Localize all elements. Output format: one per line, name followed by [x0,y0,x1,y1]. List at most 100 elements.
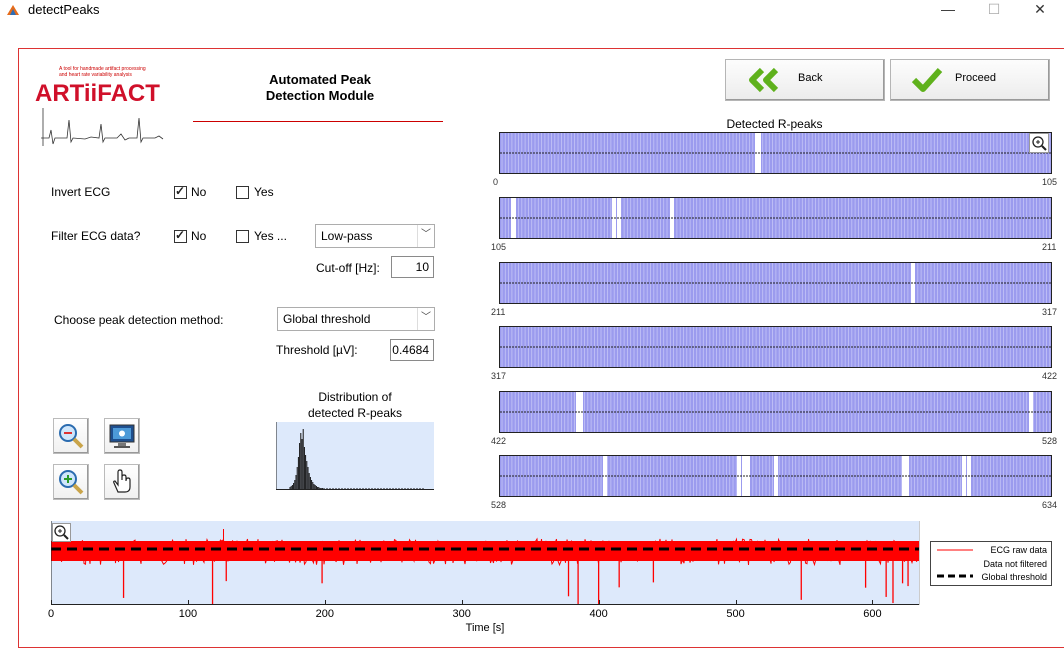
x-tick-label: 600 [863,608,882,620]
hand-icon [113,469,131,493]
strip-plot [500,263,1051,303]
rpeak-strip[interactable] [499,391,1052,433]
rpeak-strip[interactable] [499,132,1052,174]
cutoff-value: 10 [415,260,429,274]
histogram-title: Distribution of detected R-peaks [290,389,420,421]
filter-yes-label: Yes ... [254,229,287,243]
histogram-title-line2: detected R-peaks [307,406,403,420]
zoom-out-icon [59,424,84,449]
window-title: detectPeaks [28,2,100,17]
threshold-input[interactable]: 0.4684 [390,339,434,361]
logo-ecg-trace [41,108,164,146]
strip-start-tick: 211 [491,307,506,317]
module-title-line2: Detection Module [265,88,375,103]
strip-zoom-button[interactable] [1029,133,1049,153]
x-tick-mark [51,600,52,604]
invert-yes-checkbox[interactable] [236,186,249,199]
maximize-button[interactable]: ☐ [971,0,1017,20]
monitor-icon [109,424,135,448]
pan-button[interactable] [104,464,140,500]
x-tick-mark [598,600,600,604]
x-tick-label: 0 [47,608,55,620]
ecg-trace-chart [50,521,919,605]
back-label: Back [798,72,823,84]
threshold-label: Threshold [µV]: [276,343,358,357]
strip-end-tick: 317 [1042,307,1058,317]
module-title-line1: Automated Peak [269,72,371,87]
strip-plot [500,392,1051,432]
rpeak-strip[interactable] [499,197,1052,239]
filter-no-checkbox[interactable] [174,228,187,243]
invert-no-label: No [191,185,207,199]
proceed-label: Proceed [955,72,996,84]
invert-ecg-label: Invert ECG [51,185,111,199]
strip-end-tick: 528 [1042,436,1058,446]
x-tick-label: 100 [178,608,198,620]
strip-plot [500,456,1051,496]
zoom-out-button[interactable] [53,418,89,454]
magnifier-icon [54,525,69,540]
minimize-button[interactable]: — [925,0,971,20]
monitor-button[interactable] [104,418,140,454]
x-tick-label: 400 [589,608,608,620]
strip-start-tick: 528 [491,500,507,510]
x-tick-mark [324,600,326,604]
zoom-in-button[interactable] [53,464,89,500]
title-divider [193,121,443,122]
checkmark-icon [911,67,943,92]
strip-start-tick: 105 [491,242,507,252]
rpeak-histogram [276,422,434,490]
method-label: Choose peak detection method: [54,313,224,327]
legend-entry-ecg: ECG raw data [990,545,1047,555]
filter-type-value: Low-pass [321,229,373,243]
strip-end-tick: 634 [1042,500,1058,510]
chevron-down-icon: ﹀ [417,225,434,247]
rpeak-strip[interactable] [499,262,1052,304]
filter-ecg-label: Filter ECG data? [51,229,141,243]
legend-entry-threshold: Global threshold [981,572,1047,582]
x-tick-mark [187,600,189,604]
strip-plot [500,133,1051,173]
x-tick-mark [872,600,874,604]
method-select[interactable]: Global threshold ﹀ [277,307,435,331]
ecg-plot-area[interactable] [50,521,920,605]
logo-name: ARTiiFACT [35,80,160,107]
strip-start-tick: 0 [493,177,499,187]
cutoff-input[interactable]: 10 [391,256,434,278]
proceed-button[interactable]: Proceed [890,59,1050,101]
matlab-app-icon [7,5,19,15]
back-button[interactable]: Back [725,59,885,101]
rpeak-strip[interactable] [499,455,1052,497]
artiifact-logo: A tool for handmade artifact processing … [35,66,167,148]
title-bar: detectPeaks — ☐ ✕ [0,0,1064,22]
filter-no-label: No [191,229,207,243]
strip-start-tick: 317 [491,371,507,381]
chevron-down-icon: ﹀ [417,308,434,330]
magnifier-icon [1032,136,1047,151]
filter-yes-checkbox[interactable] [236,230,249,243]
x-tick-label: 500 [726,608,745,620]
strip-end-tick: 105 [1042,177,1058,187]
x-tick-label: 200 [315,608,334,620]
strip-plot [500,327,1051,367]
invert-no-checkbox[interactable] [174,184,187,199]
logo-tagline-2: and heart rate variability analysis [59,72,132,78]
x-tick-mark [461,600,463,604]
legend-swatches [937,549,973,578]
strip-start-tick: 422 [491,436,507,446]
filter-type-select[interactable]: Low-pass ﹀ [315,224,435,248]
x-axis-label: Time [s] [465,622,505,634]
close-button[interactable]: ✕ [1017,0,1063,20]
zoom-in-icon [59,470,84,495]
histogram-title-line1: Distribution of [318,390,392,404]
strip-end-tick: 211 [1042,242,1057,252]
module-title: Automated Peak Detection Module [230,72,410,104]
double-chevron-left-icon [749,67,779,93]
chart-legend: ECG raw data Data not filtered Global th… [930,541,1052,586]
legend-entry-not-filtered: Data not filtered [983,558,1047,569]
x-tick-label: 300 [452,608,471,620]
strip-end-tick: 422 [1042,371,1058,381]
rpeak-strip[interactable] [499,326,1052,368]
ecg-zoom-button[interactable] [52,523,71,542]
invert-yes-label: Yes [254,185,274,199]
